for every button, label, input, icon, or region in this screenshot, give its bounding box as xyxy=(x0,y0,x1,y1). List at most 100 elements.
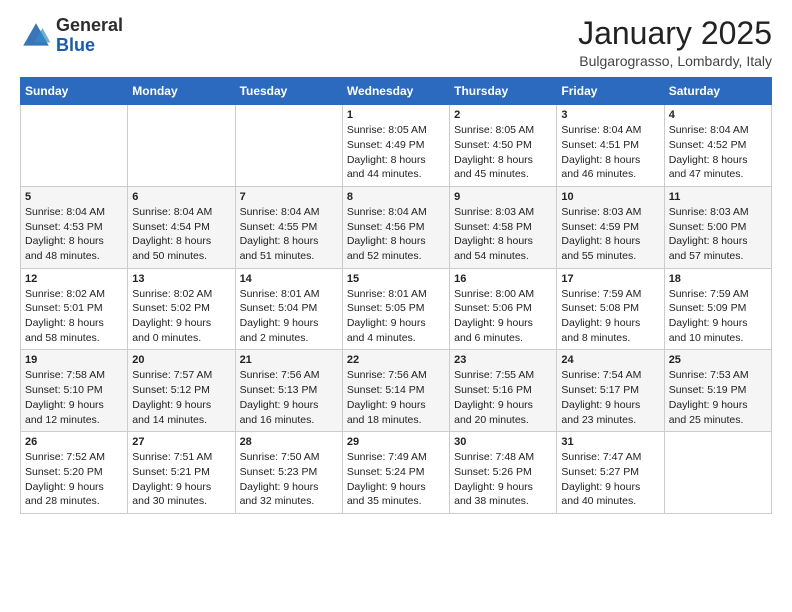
day-number: 28 xyxy=(240,436,338,448)
table-row: 19 Sunrise: 7:58 AMSunset: 5:10 PMDayligh… xyxy=(21,350,128,432)
table-row: 10 Sunrise: 8:03 AMSunset: 4:59 PMDayligh… xyxy=(557,186,664,268)
day-number: 23 xyxy=(454,354,552,366)
day-info: Sunrise: 8:00 AMSunset: 5:06 PMDaylight:… xyxy=(454,287,552,346)
table-row: 26 Sunrise: 7:52 AMSunset: 5:20 PMDayligh… xyxy=(21,432,128,514)
day-info: Sunrise: 7:56 AMSunset: 5:14 PMDaylight:… xyxy=(347,368,445,427)
table-row: 22 Sunrise: 7:56 AMSunset: 5:14 PMDayligh… xyxy=(342,350,449,432)
day-number: 6 xyxy=(132,191,230,203)
day-number: 12 xyxy=(25,273,123,285)
day-number: 13 xyxy=(132,273,230,285)
day-number: 27 xyxy=(132,436,230,448)
day-info: Sunrise: 7:59 AMSunset: 5:09 PMDaylight:… xyxy=(669,287,767,346)
table-row: 2 Sunrise: 8:05 AMSunset: 4:50 PMDaylight… xyxy=(450,105,557,187)
day-number: 15 xyxy=(347,273,445,285)
day-info: Sunrise: 8:03 AMSunset: 4:58 PMDaylight:… xyxy=(454,205,552,264)
table-row: 29 Sunrise: 7:49 AMSunset: 5:24 PMDayligh… xyxy=(342,432,449,514)
day-number: 11 xyxy=(669,191,767,203)
day-number: 20 xyxy=(132,354,230,366)
col-sunday: Sunday xyxy=(21,78,128,105)
day-number: 25 xyxy=(669,354,767,366)
day-info: Sunrise: 8:01 AMSunset: 5:05 PMDaylight:… xyxy=(347,287,445,346)
table-row: 7 Sunrise: 8:04 AMSunset: 4:55 PMDaylight… xyxy=(235,186,342,268)
table-row xyxy=(664,432,771,514)
col-thursday: Thursday xyxy=(450,78,557,105)
table-row: 24Sunrise: 7:54 AMSunset: 5:17 PMDayligh… xyxy=(557,350,664,432)
day-number: 14 xyxy=(240,273,338,285)
day-number: 17 xyxy=(561,273,659,285)
table-row: 23 Sunrise: 7:55 AMSunset: 5:16 PMDayligh… xyxy=(450,350,557,432)
calendar-week-row: 12 Sunrise: 8:02 AMSunset: 5:01 PMDayligh… xyxy=(21,268,772,350)
day-info: Sunrise: 8:04 AMSunset: 4:56 PMDaylight:… xyxy=(347,205,445,264)
table-row xyxy=(21,105,128,187)
day-number: 4 xyxy=(669,109,767,121)
day-number: 10 xyxy=(561,191,659,203)
location-subtitle: Bulgarograsso, Lombardy, Italy xyxy=(578,53,772,69)
title-block: January 2025 Bulgarograsso, Lombardy, It… xyxy=(578,16,772,69)
table-row: 14Sunrise: 8:01 AMSunset: 5:04 PMDayligh… xyxy=(235,268,342,350)
day-number: 26 xyxy=(25,436,123,448)
table-row xyxy=(128,105,235,187)
table-row: 4 Sunrise: 8:04 AMSunset: 4:52 PMDaylight… xyxy=(664,105,771,187)
table-row: 31 Sunrise: 7:47 AMSunset: 5:27 PMDayligh… xyxy=(557,432,664,514)
day-number: 5 xyxy=(25,191,123,203)
calendar-week-row: 19 Sunrise: 7:58 AMSunset: 5:10 PMDayligh… xyxy=(21,350,772,432)
day-info: Sunrise: 7:48 AMSunset: 5:26 PMDaylight:… xyxy=(454,450,552,509)
day-info: Sunrise: 8:05 AMSunset: 4:50 PMDaylight:… xyxy=(454,123,552,182)
day-number: 22 xyxy=(347,354,445,366)
logo-general-text: General xyxy=(56,15,123,35)
day-number: 19 xyxy=(25,354,123,366)
day-info: Sunrise: 7:53 AMSunset: 5:19 PMDaylight:… xyxy=(669,368,767,427)
day-info: Sunrise: 7:50 AMSunset: 5:23 PMDaylight:… xyxy=(240,450,338,509)
day-info: Sunrise: 8:04 AMSunset: 4:55 PMDaylight:… xyxy=(240,205,338,264)
calendar-week-row: 1Sunrise: 8:05 AMSunset: 4:49 PMDaylight… xyxy=(21,105,772,187)
day-info: Sunrise: 8:03 AMSunset: 4:59 PMDaylight:… xyxy=(561,205,659,264)
col-friday: Friday xyxy=(557,78,664,105)
day-info: Sunrise: 8:04 AMSunset: 4:54 PMDaylight:… xyxy=(132,205,230,264)
logo-blue-text: Blue xyxy=(56,35,95,55)
table-row: 12 Sunrise: 8:02 AMSunset: 5:01 PMDayligh… xyxy=(21,268,128,350)
calendar-week-row: 26 Sunrise: 7:52 AMSunset: 5:20 PMDayligh… xyxy=(21,432,772,514)
table-row: 9 Sunrise: 8:03 AMSunset: 4:58 PMDaylight… xyxy=(450,186,557,268)
table-row: 1Sunrise: 8:05 AMSunset: 4:49 PMDaylight… xyxy=(342,105,449,187)
calendar-table: Sunday Monday Tuesday Wednesday Thursday… xyxy=(20,77,772,514)
day-info: Sunrise: 7:55 AMSunset: 5:16 PMDaylight:… xyxy=(454,368,552,427)
table-row: 27Sunrise: 7:51 AMSunset: 5:21 PMDayligh… xyxy=(128,432,235,514)
day-number: 8 xyxy=(347,191,445,203)
day-info: Sunrise: 7:49 AMSunset: 5:24 PMDaylight:… xyxy=(347,450,445,509)
table-row: 8 Sunrise: 8:04 AMSunset: 4:56 PMDaylight… xyxy=(342,186,449,268)
day-number: 18 xyxy=(669,273,767,285)
day-number: 3 xyxy=(561,109,659,121)
day-number: 7 xyxy=(240,191,338,203)
day-number: 29 xyxy=(347,436,445,448)
table-row: 30Sunrise: 7:48 AMSunset: 5:26 PMDayligh… xyxy=(450,432,557,514)
day-info: Sunrise: 8:03 AMSunset: 5:00 PMDaylight:… xyxy=(669,205,767,264)
day-number: 9 xyxy=(454,191,552,203)
month-title: January 2025 xyxy=(578,16,772,51)
table-row: 5 Sunrise: 8:04 AMSunset: 4:53 PMDaylight… xyxy=(21,186,128,268)
table-row: 3 Sunrise: 8:04 AMSunset: 4:51 PMDaylight… xyxy=(557,105,664,187)
day-info: Sunrise: 7:54 AMSunset: 5:17 PMDaylight:… xyxy=(561,368,659,427)
day-info: Sunrise: 8:02 AMSunset: 5:02 PMDaylight:… xyxy=(132,287,230,346)
table-row: 13 Sunrise: 8:02 AMSunset: 5:02 PMDayligh… xyxy=(128,268,235,350)
table-row: 21Sunrise: 7:56 AMSunset: 5:13 PMDayligh… xyxy=(235,350,342,432)
day-info: Sunrise: 8:04 AMSunset: 4:51 PMDaylight:… xyxy=(561,123,659,182)
page-header: General Blue January 2025 Bulgarograsso,… xyxy=(20,16,772,69)
calendar-header-row: Sunday Monday Tuesday Wednesday Thursday… xyxy=(21,78,772,105)
col-wednesday: Wednesday xyxy=(342,78,449,105)
table-row: 11 Sunrise: 8:03 AMSunset: 5:00 PMDayligh… xyxy=(664,186,771,268)
day-number: 31 xyxy=(561,436,659,448)
day-number: 16 xyxy=(454,273,552,285)
day-number: 2 xyxy=(454,109,552,121)
table-row: 15 Sunrise: 8:01 AMSunset: 5:05 PMDayligh… xyxy=(342,268,449,350)
day-info: Sunrise: 7:58 AMSunset: 5:10 PMDaylight:… xyxy=(25,368,123,427)
day-info: Sunrise: 8:04 AMSunset: 4:52 PMDaylight:… xyxy=(669,123,767,182)
day-info: Sunrise: 7:56 AMSunset: 5:13 PMDaylight:… xyxy=(240,368,338,427)
logo-icon xyxy=(20,20,52,52)
day-info: Sunrise: 7:59 AMSunset: 5:08 PMDaylight:… xyxy=(561,287,659,346)
day-info: Sunrise: 8:04 AMSunset: 4:53 PMDaylight:… xyxy=(25,205,123,264)
day-info: Sunrise: 7:52 AMSunset: 5:20 PMDaylight:… xyxy=(25,450,123,509)
day-info: Sunrise: 8:02 AMSunset: 5:01 PMDaylight:… xyxy=(25,287,123,346)
table-row xyxy=(235,105,342,187)
day-info: Sunrise: 7:47 AMSunset: 5:27 PMDaylight:… xyxy=(561,450,659,509)
table-row: 20Sunrise: 7:57 AMSunset: 5:12 PMDayligh… xyxy=(128,350,235,432)
